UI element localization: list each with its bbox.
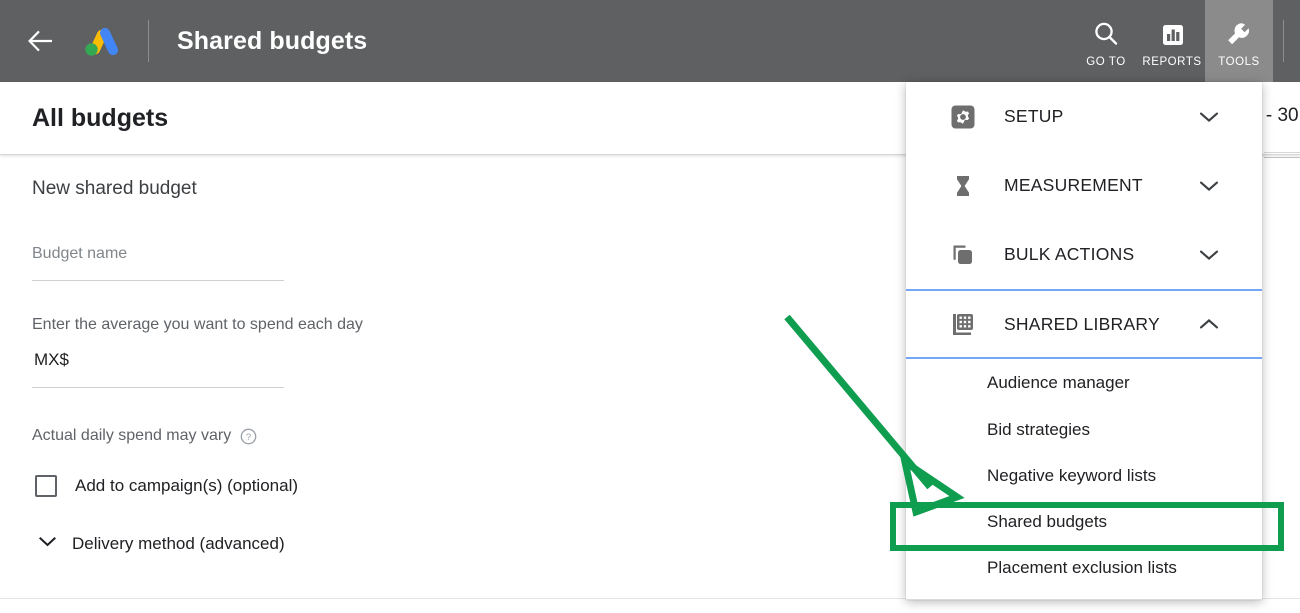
delivery-method-label: Delivery method (advanced) [72, 534, 285, 553]
chevron-down-icon[interactable] [1198, 110, 1220, 124]
header-right-divider [1283, 20, 1284, 62]
menu-section-bulk-actions[interactable]: BULK ACTIONS [906, 220, 1262, 289]
header-action-tools[interactable]: TOOLS [1205, 0, 1273, 82]
daily-amount-underline [32, 387, 284, 388]
menu-section-label: BULK ACTIONS [1004, 244, 1135, 264]
google-ads-logo[interactable] [76, 21, 122, 61]
header-divider [148, 20, 149, 62]
add-to-campaigns-checkbox[interactable] [35, 475, 57, 497]
header-action-reports[interactable]: REPORTS [1139, 0, 1205, 82]
menu-section-label: MEASUREMENT [1004, 175, 1143, 195]
delivery-method-toggle[interactable]: Delivery method (advanced) [38, 534, 285, 554]
back-arrow-icon [27, 29, 57, 53]
chevron-down-icon[interactable] [1198, 248, 1220, 262]
submenu-item-placement-exclusion-lists[interactable]: Placement exclusion lists [906, 545, 1262, 591]
google-ads-shared-budgets-screen: 4 - 30 Shared budgets GO TO REPORTS TOOL… [0, 0, 1300, 613]
chevron-down-icon [38, 535, 57, 553]
back-button[interactable] [14, 0, 70, 82]
chevron-up-icon[interactable] [1198, 317, 1220, 331]
currency-prefix: MX$ [34, 350, 69, 369]
budget-name-field[interactable]: Budget name [32, 245, 284, 281]
menu-section-setup[interactable]: SETUP [906, 82, 1262, 151]
help-circle-icon[interactable]: ? [240, 428, 257, 445]
vary-note-text: Actual daily spend may vary [32, 427, 232, 444]
budget-name-underline [32, 280, 284, 281]
chevron-down-icon[interactable] [1198, 179, 1220, 193]
svg-text:?: ? [246, 432, 251, 443]
grid-library-icon [948, 311, 978, 337]
submenu-item-bid-strategies[interactable]: Bid strategies [906, 407, 1262, 453]
gear-icon [948, 104, 978, 130]
menu-section-shared-library[interactable]: SHARED LIBRARY [906, 289, 1262, 359]
daily-spend-note: Actual daily spend may vary ? [32, 427, 257, 445]
menu-bottom-border [906, 599, 1262, 600]
form-heading: New shared budget [32, 178, 197, 199]
add-to-campaigns-checkbox-row[interactable]: Add to campaign(s) (optional) [35, 475, 298, 497]
header-action-go-to[interactable]: GO TO [1073, 0, 1139, 82]
wrench-icon [1224, 15, 1254, 49]
hourglass-icon [948, 173, 978, 199]
shared-library-submenu: Audience manager Bid strategies Negative… [906, 359, 1262, 591]
background-divider-1 [1264, 152, 1300, 153]
average-spend-label: Enter the average you want to spend each… [32, 316, 363, 333]
header-action-label: TOOLS [1218, 55, 1260, 68]
background-divider-2 [1264, 157, 1300, 158]
menu-section-measurement[interactable]: MEASUREMENT [906, 151, 1262, 220]
section-title: All budgets [32, 104, 169, 132]
submenu-item-negative-keyword-lists[interactable]: Negative keyword lists [906, 453, 1262, 499]
top-header-bar: Shared budgets GO TO REPORTS TOOLS [0, 0, 1300, 82]
menu-section-label: SETUP [1004, 106, 1064, 126]
submenu-item-audience-manager[interactable]: Audience manager [906, 359, 1262, 407]
daily-amount-field[interactable]: MX$ [32, 350, 284, 388]
bar-chart-icon [1157, 15, 1187, 49]
header-action-label: REPORTS [1142, 55, 1202, 68]
add-to-campaigns-label: Add to campaign(s) (optional) [75, 476, 299, 495]
tools-dropdown-menu: SETUP MEASUREMENT BULK ACTIONS SHARED LI… [906, 82, 1262, 600]
budget-name-placeholder: Budget name [32, 245, 128, 262]
header-action-label: GO TO [1086, 55, 1126, 68]
search-icon [1091, 15, 1121, 49]
page-title: Shared budgets [177, 26, 368, 55]
submenu-item-shared-budgets[interactable]: Shared budgets [906, 499, 1262, 545]
copy-stack-icon [948, 242, 978, 268]
menu-section-label: SHARED LIBRARY [1004, 313, 1160, 334]
